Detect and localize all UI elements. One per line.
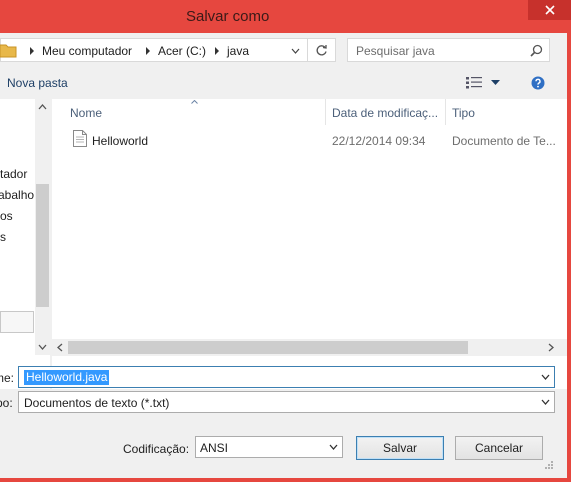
file-type-value: Documentos de texto (*.txt) (24, 396, 170, 410)
address-bar[interactable]: Meu computador Acer (C:) java (0, 38, 308, 62)
navigation-pane: tador abalho os s (0, 99, 50, 389)
chevron-up-icon[interactable] (38, 104, 47, 110)
new-folder-button[interactable]: Nova pasta (7, 76, 68, 90)
file-type-select[interactable]: Documentos de texto (*.txt) (18, 391, 555, 413)
file-type-label: po: (0, 396, 13, 410)
breadcrumb-drive[interactable]: Acer (C:) (158, 44, 206, 58)
chevron-down-icon[interactable] (329, 444, 338, 450)
file-list: Nome Data de modificaç... Tipo Helloworl… (52, 99, 567, 389)
window-title: Salvar como (186, 8, 270, 25)
nav-scrollbar[interactable] (35, 99, 50, 355)
encoding-label: Codificação: (123, 442, 190, 456)
column-header-type[interactable]: Tipo (446, 99, 567, 125)
nav-item-downloads[interactable]: s (0, 230, 6, 244)
encoding-select[interactable]: ANSI (195, 436, 343, 458)
save-button-label: Salvar (382, 441, 417, 455)
file-name-label: me: (0, 371, 15, 385)
view-options-icon[interactable] (466, 77, 482, 89)
text-document-icon (73, 130, 87, 147)
close-button[interactable] (528, 0, 571, 20)
encoding-value: ANSI (200, 441, 229, 455)
column-header-label: Data de modificaç... (332, 106, 439, 120)
horizontal-scrollbar[interactable] (52, 339, 567, 356)
column-header-date[interactable]: Data de modificaç... (326, 99, 446, 125)
chevron-down-icon[interactable] (541, 374, 550, 380)
refresh-icon (316, 44, 327, 55)
toolbar: Nova pasta (0, 73, 567, 95)
search-box (347, 38, 550, 62)
nav-item-documents[interactable]: os (0, 209, 13, 223)
title-bar[interactable]: Salvar como (0, 0, 571, 33)
refresh-button[interactable] (308, 38, 336, 62)
chevron-right-icon[interactable] (213, 45, 221, 57)
file-row[interactable]: Helloworld 22/12/2014 09:34 Documento de… (52, 127, 567, 153)
chevron-right-icon[interactable] (548, 343, 554, 352)
chevron-right-icon[interactable] (144, 45, 152, 57)
file-name-input[interactable]: Helloworld.java (18, 366, 555, 388)
file-name: Helloworld (92, 134, 149, 148)
nav-scroll-thumb[interactable] (36, 184, 49, 307)
chevron-down-icon[interactable] (541, 399, 550, 405)
nav-item-computer[interactable]: tador (0, 167, 27, 181)
search-icon[interactable] (530, 44, 543, 57)
chevron-down-icon[interactable] (38, 344, 47, 350)
save-as-dialog: Salvar como Meu computador Acer (C:) jav… (0, 0, 571, 482)
nav-item-network[interactable] (0, 311, 34, 333)
chevron-left-icon[interactable] (57, 343, 63, 352)
breadcrumb-computer[interactable]: Meu computador (42, 44, 132, 58)
folder-icon (0, 44, 17, 58)
column-header-label: Nome (70, 106, 103, 120)
cancel-button-label: Cancelar (474, 441, 524, 455)
file-date: 22/12/2014 09:34 (332, 134, 426, 148)
address-row: Meu computador Acer (C:) java (0, 37, 567, 63)
chevron-right-icon[interactable] (28, 45, 36, 57)
search-input[interactable] (356, 43, 526, 59)
nav-item-desktop[interactable]: abalho (0, 188, 34, 202)
chevron-down-icon[interactable] (291, 48, 300, 54)
resize-grip-icon[interactable] (542, 458, 554, 470)
column-header-label: Tipo (452, 106, 475, 120)
breadcrumb-folder[interactable]: java (227, 44, 249, 58)
horizontal-scroll-thumb[interactable] (68, 341, 468, 354)
sort-ascending-icon (191, 100, 198, 104)
save-button[interactable]: Salvar (356, 436, 444, 460)
file-type: Documento de Te... (452, 134, 556, 148)
chevron-down-icon[interactable] (491, 80, 500, 86)
file-name-value: Helloworld.java (24, 370, 110, 385)
close-icon (544, 5, 555, 15)
dialog-body: Meu computador Acer (C:) java Pesquisar … (0, 33, 567, 478)
help-icon[interactable] (531, 76, 545, 90)
cancel-button[interactable]: Cancelar (455, 436, 543, 460)
